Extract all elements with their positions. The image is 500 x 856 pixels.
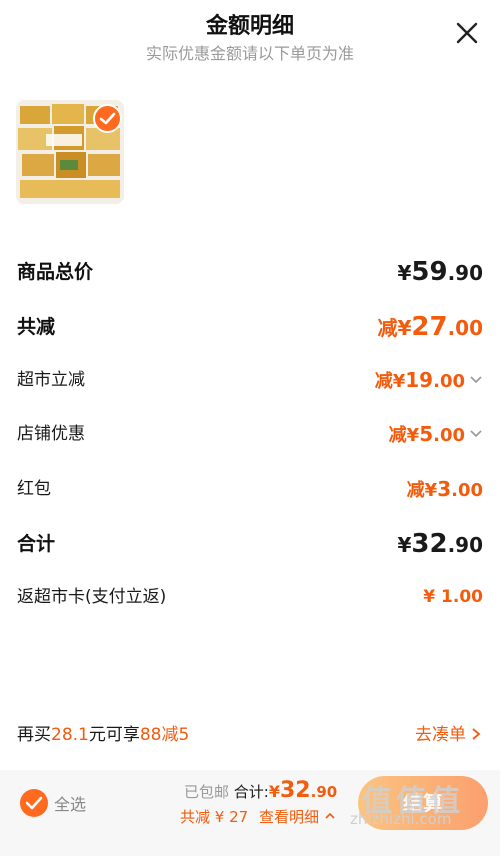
select-all-label: 全选 xyxy=(54,795,87,814)
page-subtitle: 实际优惠金额请以下单页为准 xyxy=(145,44,354,63)
page-title: 金额明细 xyxy=(205,14,294,39)
watermark-url: zhizhizhi.com xyxy=(350,810,452,828)
sum-label: 合计 xyxy=(17,533,56,555)
total-reduce-value: 减¥27.00 xyxy=(377,312,483,342)
reduce-summary: 共减 ¥ 27 xyxy=(180,808,249,826)
promo-bar: 再买28.1元可享88减5 去凑单 xyxy=(17,720,483,750)
check-icon xyxy=(25,796,43,810)
market-reduce-label: 超市立减 xyxy=(17,370,85,390)
close-icon xyxy=(456,22,478,44)
row-red-packet: 红包 减¥3.00 xyxy=(17,471,483,507)
order-summary: 已包邮 合计:¥32.90 xyxy=(184,778,354,803)
total-reduce-label: 共减 xyxy=(17,316,56,338)
cashback-label: 返超市卡(支付立返) xyxy=(17,587,167,607)
row-market-reduce[interactable]: 超市立减 减¥19.00 xyxy=(17,362,483,398)
goods-total-label: 商品总价 xyxy=(17,261,94,283)
row-total-reduce: 共减 减¥27.00 xyxy=(17,309,483,345)
chevron-up-icon xyxy=(325,812,335,819)
red-packet-label: 红包 xyxy=(17,479,51,499)
red-packet-value: 减¥3.00 xyxy=(406,477,483,501)
chevron-down-icon[interactable] xyxy=(469,426,483,440)
row-store-discount[interactable]: 店铺优惠 减¥5.00 xyxy=(17,416,483,452)
select-all-checkbox[interactable] xyxy=(20,789,48,817)
chevron-right-icon xyxy=(472,728,481,740)
row-cashback: 返超市卡(支付立返) ¥ 1.00 xyxy=(17,579,483,615)
close-button[interactable] xyxy=(452,18,482,48)
product-selected-badge[interactable] xyxy=(93,104,122,133)
free-shipping-text: 已包邮 xyxy=(184,783,230,801)
promo-text: 再买28.1元可享88减5 xyxy=(17,725,190,745)
market-reduce-value: 减¥19.00 xyxy=(375,362,483,400)
total-amount: ¥32.90 xyxy=(268,778,338,803)
view-details-link: 查看明细 xyxy=(258,808,319,826)
total-label: 合计: xyxy=(233,783,269,801)
store-discount-label: 店铺优惠 xyxy=(17,424,85,444)
goods-total-value: ¥59.90 xyxy=(397,257,483,287)
chevron-down-icon[interactable] xyxy=(469,372,483,386)
store-discount-value: 减¥5.00 xyxy=(389,416,483,454)
cashback-value: ¥ 1.00 xyxy=(423,587,483,607)
go-add-items-link[interactable]: 去凑单 xyxy=(415,720,483,745)
view-details-toggle[interactable]: 共减 ¥ 27 查看明细 xyxy=(180,806,336,827)
sum-value: ¥32.90 xyxy=(397,529,483,559)
row-goods-total: 商品总价 ¥59.90 xyxy=(17,254,483,290)
check-icon xyxy=(99,112,116,125)
row-sum: 合计 ¥32.90 xyxy=(17,526,483,562)
panel-header: 金额明细 实际优惠金额请以下单页为准 xyxy=(0,0,500,80)
